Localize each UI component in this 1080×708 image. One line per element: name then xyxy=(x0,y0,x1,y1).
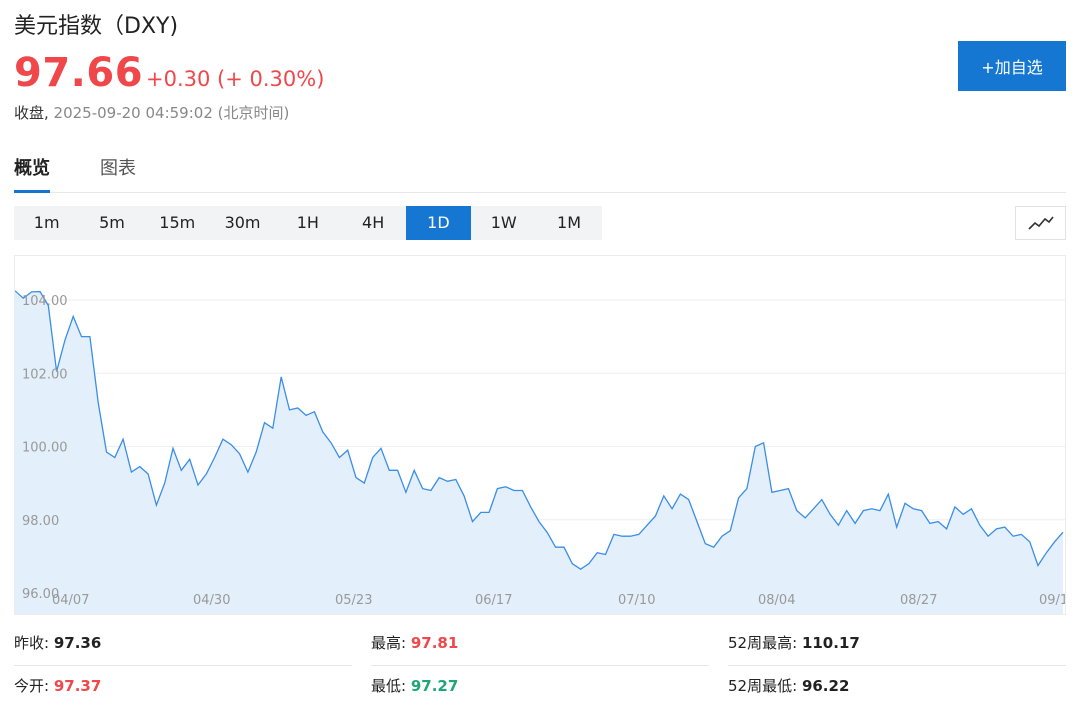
period-4h[interactable]: 4H xyxy=(340,206,405,240)
stat-label: 最高: xyxy=(371,634,407,652)
tab-overview[interactable]: 概览 xyxy=(14,154,50,193)
x-tick-label: 04/07 xyxy=(52,593,89,608)
stat-value: 97.27 xyxy=(410,677,459,695)
y-tick-label: 102.00 xyxy=(22,367,68,382)
page-title: 美元指数（DXY) xyxy=(14,14,179,39)
tab-bar: 概览 图表 xyxy=(14,150,1066,193)
stat-label: 今开: xyxy=(14,677,50,695)
x-tick-label: 09/1 xyxy=(1039,593,1065,608)
period-1m[interactable]: 1m xyxy=(14,206,79,240)
x-tick-label: 08/27 xyxy=(900,593,937,608)
period-15m[interactable]: 15m xyxy=(145,206,210,240)
stat-value: 110.17 xyxy=(801,634,860,652)
x-tick-label: 06/17 xyxy=(475,593,512,608)
period-30m[interactable]: 30m xyxy=(210,206,275,240)
price-chart-svg: 104.00102.00100.0098.0096.0004/07 04/30 05… xyxy=(14,290,1068,614)
period-1w[interactable]: 1W xyxy=(471,206,536,240)
current-price: 97.66 xyxy=(14,50,144,96)
stat-label: 最低: xyxy=(371,677,407,695)
x-tick-label: 05/23 xyxy=(335,593,372,608)
close-label: 收盘, xyxy=(14,104,49,122)
close-time: 2025-09-20 04:59:02 (北京时间) xyxy=(48,104,290,122)
stat-value: 97.36 xyxy=(53,634,102,652)
line-chart-icon xyxy=(1027,216,1054,230)
x-tick-label: 07/10 xyxy=(618,593,655,608)
y-tick-label: 104.00 xyxy=(22,294,68,309)
stat-label: 52周最高: xyxy=(728,634,798,652)
price-chart: 104.00 102.00 100.00 98.00 96.00 04/07 04/30 05… xyxy=(14,255,1068,615)
close-info: 收盘, 2025-09-20 04:59:02 (北京时间) xyxy=(14,102,289,123)
period-5m[interactable]: 5m xyxy=(79,206,144,240)
period-1mo[interactable]: 1M xyxy=(536,206,601,240)
y-tick-label: 100.00 xyxy=(22,441,68,456)
period-selector: 1m 5m 15m 30m 1H 4H 1D 1W 1M xyxy=(14,206,602,240)
price-change: +0.30 (+ 0.30%) xyxy=(146,67,325,91)
stat-high: 最高: 97.81 xyxy=(371,624,709,666)
chart-type-toggle[interactable] xyxy=(1015,206,1066,240)
stat-value: 97.37 xyxy=(53,677,102,695)
period-1d[interactable]: 1D xyxy=(405,206,472,240)
period-1h[interactable]: 1H xyxy=(275,206,340,240)
stat-label: 昨收: xyxy=(14,634,50,652)
stat-label: 52周最低: xyxy=(728,677,798,695)
stat-low: 最低: 97.27 xyxy=(371,667,709,708)
stat-value: 97.81 xyxy=(410,634,459,652)
add-watchlist-button[interactable]: +加自选 xyxy=(958,41,1066,91)
stat-52w-low: 52周最低: 96.22 xyxy=(728,667,1066,708)
stat-value: 96.22 xyxy=(801,677,850,695)
tab-chart[interactable]: 图表 xyxy=(100,154,136,190)
stat-open: 今开: 97.37 xyxy=(14,667,352,708)
stat-prev-close: 昨收: 97.36 xyxy=(14,624,352,666)
x-tick-label: 08/04 xyxy=(758,593,795,608)
stat-52w-high: 52周最高: 110.17 xyxy=(728,624,1066,666)
x-tick-label: 04/30 xyxy=(193,593,230,608)
y-tick-label: 98.00 xyxy=(22,514,59,529)
